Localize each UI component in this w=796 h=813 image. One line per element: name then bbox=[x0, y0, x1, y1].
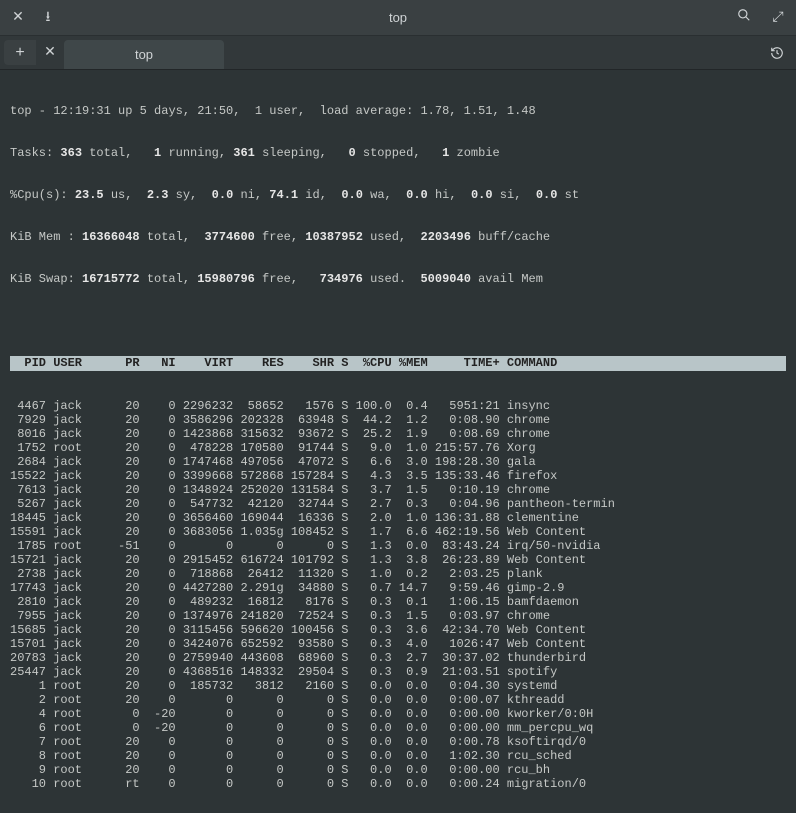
download-icon[interactable]: ⭳ bbox=[40, 6, 56, 30]
terminal-output[interactable]: top - 12:19:31 up 5 days, 21:50, 1 user,… bbox=[0, 70, 796, 813]
tab-bar: + ✕ top bbox=[0, 36, 796, 70]
search-icon[interactable] bbox=[736, 8, 752, 27]
process-row: 1 root 20 0 185732 3812 2160 S 0.0 0.0 0… bbox=[10, 679, 786, 693]
process-row: 9 root 20 0 0 0 0 S 0.0 0.0 0:00.00 rcu_… bbox=[10, 763, 786, 777]
close-icon[interactable]: ✕ bbox=[10, 9, 26, 26]
process-row: 8016 jack 20 0 1423868 315632 93672 S 25… bbox=[10, 427, 786, 441]
process-row: 5267 jack 20 0 547732 42120 32744 S 2.7 … bbox=[10, 497, 786, 511]
process-row: 4 root 0 -20 0 0 0 S 0.0 0.0 0:00.00 kwo… bbox=[10, 707, 786, 721]
process-row: 7955 jack 20 0 1374976 241820 72524 S 0.… bbox=[10, 609, 786, 623]
process-row: 1752 root 20 0 478228 170580 91744 S 9.0… bbox=[10, 441, 786, 455]
blank-row bbox=[10, 314, 786, 328]
summary-cpu: %Cpu(s): 23.5 us, 2.3 sy, 0.0 ni, 74.1 i… bbox=[10, 188, 786, 202]
process-row: 15591 jack 20 0 3683056 1.035g 108452 S … bbox=[10, 525, 786, 539]
summary-uptime: top - 12:19:31 up 5 days, 21:50, 1 user,… bbox=[10, 104, 786, 118]
maximize-icon[interactable]: ⤢ bbox=[770, 10, 786, 26]
process-row: 15685 jack 20 0 3115456 596620 100456 S … bbox=[10, 623, 786, 637]
process-row: 15701 jack 20 0 3424076 652592 93580 S 0… bbox=[10, 637, 786, 651]
process-header: PID USER PR NI VIRT RES SHR S %CPU %MEM … bbox=[10, 356, 786, 371]
process-row: 15721 jack 20 0 2915452 616724 101792 S … bbox=[10, 553, 786, 567]
process-row: 25447 jack 20 0 4368516 148332 29504 S 0… bbox=[10, 665, 786, 679]
process-list: 4467 jack 20 0 2296232 58652 1576 S 100.… bbox=[10, 399, 786, 791]
process-row: 1785 root -51 0 0 0 0 S 1.3 0.0 83:43.24… bbox=[10, 539, 786, 553]
process-row: 15522 jack 20 0 3399668 572868 157284 S … bbox=[10, 469, 786, 483]
process-row: 20783 jack 20 0 2759940 443608 68960 S 0… bbox=[10, 651, 786, 665]
new-tab-button[interactable]: + bbox=[4, 40, 36, 65]
process-row: 2684 jack 20 0 1747468 497056 47072 S 6.… bbox=[10, 455, 786, 469]
process-row: 2738 jack 20 0 718868 26412 11320 S 1.0 … bbox=[10, 567, 786, 581]
tab-top[interactable]: top bbox=[64, 40, 224, 69]
window-titlebar: ✕ ⭳ top ⤢ bbox=[0, 0, 796, 36]
window-title: top bbox=[389, 10, 407, 25]
process-row: 7929 jack 20 0 3586296 202328 63948 S 44… bbox=[10, 413, 786, 427]
process-row: 18445 jack 20 0 3656460 169044 16336 S 2… bbox=[10, 511, 786, 525]
process-row: 7613 jack 20 0 1348924 252020 131584 S 3… bbox=[10, 483, 786, 497]
summary-swap: KiB Swap: 16715772 total, 15980796 free,… bbox=[10, 272, 786, 286]
process-row: 4467 jack 20 0 2296232 58652 1576 S 100.… bbox=[10, 399, 786, 413]
process-row: 2 root 20 0 0 0 0 S 0.0 0.0 0:00.07 kthr… bbox=[10, 693, 786, 707]
summary-mem: KiB Mem : 16366048 total, 3774600 free, … bbox=[10, 230, 786, 244]
process-row: 17743 jack 20 0 4427280 2.291g 34880 S 0… bbox=[10, 581, 786, 595]
process-row: 2810 jack 20 0 489232 16812 8176 S 0.3 0… bbox=[10, 595, 786, 609]
summary-tasks: Tasks: 363 total, 1 running, 361 sleepin… bbox=[10, 146, 786, 160]
close-tab-icon[interactable]: ✕ bbox=[36, 36, 64, 69]
tab-label: top bbox=[135, 47, 153, 62]
history-icon[interactable] bbox=[770, 36, 788, 69]
process-row: 6 root 0 -20 0 0 0 S 0.0 0.0 0:00.00 mm_… bbox=[10, 721, 786, 735]
process-row: 10 root rt 0 0 0 0 S 0.0 0.0 0:00.24 mig… bbox=[10, 777, 786, 791]
process-row: 8 root 20 0 0 0 0 S 0.0 0.0 1:02.30 rcu_… bbox=[10, 749, 786, 763]
process-row: 7 root 20 0 0 0 0 S 0.0 0.0 0:00.78 ksof… bbox=[10, 735, 786, 749]
